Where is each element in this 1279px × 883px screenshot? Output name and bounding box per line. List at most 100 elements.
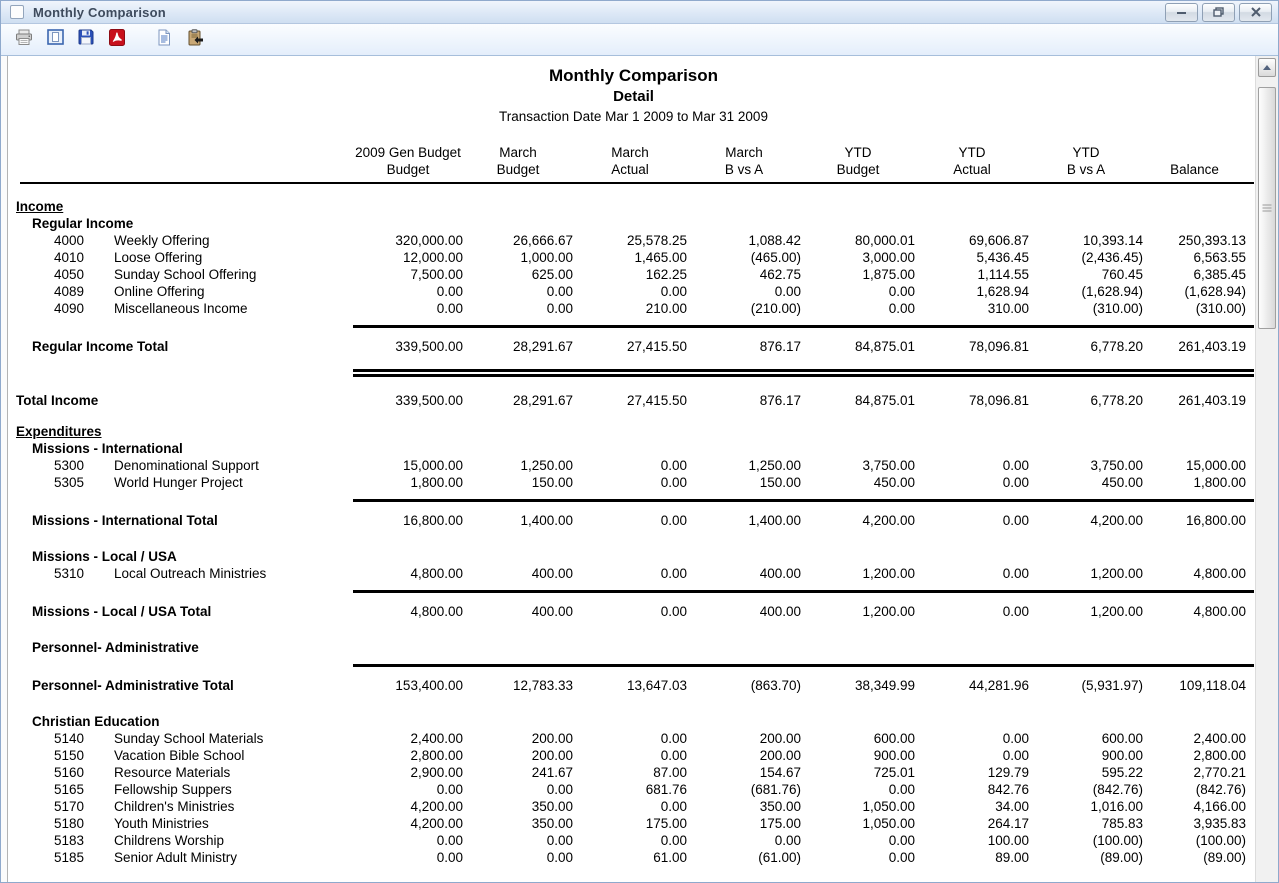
subsection-label: Missions - International bbox=[12, 441, 183, 456]
amount-cell: 61.00 bbox=[573, 849, 687, 866]
account-name: Local Outreach Ministries bbox=[114, 566, 266, 581]
amount-cell: 241.67 bbox=[463, 764, 573, 781]
account-code: 4010 bbox=[54, 249, 114, 266]
amount-cell bbox=[915, 639, 1029, 656]
amount-cell bbox=[573, 215, 687, 232]
amount-cell: 12,783.33 bbox=[463, 677, 573, 694]
amount-cell bbox=[687, 440, 801, 457]
title-bar: Monthly Comparison bbox=[1, 1, 1278, 24]
amount-cell: 261,403.19 bbox=[1143, 338, 1246, 355]
vertical-scrollbar[interactable] bbox=[1255, 56, 1278, 882]
amount-cell: 0.00 bbox=[915, 730, 1029, 747]
amount-cell: 1,800.00 bbox=[353, 474, 463, 491]
scroll-up-icon bbox=[1263, 65, 1271, 70]
account-name: Children's Ministries bbox=[114, 799, 234, 814]
account-name: Fellowship Suppers bbox=[114, 782, 232, 797]
window-icon bbox=[10, 5, 24, 19]
amount-cell: 0.00 bbox=[915, 474, 1029, 491]
column-header: Balance bbox=[1143, 144, 1246, 178]
amount-cell: 350.00 bbox=[463, 815, 573, 832]
account-name: Sunday School Offering bbox=[114, 267, 256, 282]
subsection-header-row: Personnel- Administrative bbox=[12, 639, 1255, 656]
account-row: 5170Children's Ministries4,200.00350.000… bbox=[12, 798, 1255, 815]
amount-cell: 0.00 bbox=[463, 781, 573, 798]
total-label: Regular Income Total bbox=[12, 339, 168, 354]
amount-cell: 1,200.00 bbox=[1029, 565, 1143, 582]
amount-cell bbox=[573, 423, 687, 440]
account-label: 4089Online Offering bbox=[12, 283, 353, 300]
amount-cell bbox=[353, 215, 463, 232]
amount-cell bbox=[687, 713, 801, 730]
label-column-spacer bbox=[12, 144, 353, 178]
amount-cell: 450.00 bbox=[801, 474, 915, 491]
amount-cell: 0.00 bbox=[573, 512, 687, 529]
amount-cell: 0.00 bbox=[573, 832, 687, 849]
amount-cell: 900.00 bbox=[1029, 747, 1143, 764]
account-row: 5310Local Outreach Ministries4,800.00400… bbox=[12, 565, 1255, 582]
export-pdf-button[interactable] bbox=[104, 27, 130, 52]
amount-cell: 27,415.50 bbox=[573, 392, 687, 409]
amount-cell: 250,393.13 bbox=[1143, 232, 1246, 249]
amount-cell: 900.00 bbox=[801, 747, 915, 764]
account-label: 5310Local Outreach Ministries bbox=[12, 565, 353, 582]
column-header: MarchActual bbox=[573, 144, 687, 178]
amount-cell: 0.00 bbox=[573, 798, 687, 815]
account-label: 5300Denominational Support bbox=[12, 457, 353, 474]
amount-cell: 0.00 bbox=[801, 283, 915, 300]
total-rule bbox=[353, 590, 1254, 593]
amount-cell: 1,000.00 bbox=[463, 249, 573, 266]
amount-cell bbox=[915, 423, 1029, 440]
total-label: Missions - Local / USA Total bbox=[12, 604, 211, 619]
amount-cell: 78,096.81 bbox=[915, 392, 1029, 409]
save-button[interactable] bbox=[73, 27, 99, 52]
account-label: 5305World Hunger Project bbox=[12, 474, 353, 491]
print-preview-button[interactable] bbox=[42, 27, 68, 52]
account-row: 5140Sunday School Materials2,400.00200.0… bbox=[12, 730, 1255, 747]
amount-cell: 261,403.19 bbox=[1143, 392, 1246, 409]
amount-cell bbox=[573, 440, 687, 457]
window-title: Monthly Comparison bbox=[33, 5, 1165, 20]
amount-cell: 16,800.00 bbox=[353, 512, 463, 529]
amount-cell: (842.76) bbox=[1029, 781, 1143, 798]
amount-cell: (2,436.45) bbox=[1029, 249, 1143, 266]
amount-cell: 27,415.50 bbox=[573, 338, 687, 355]
amount-cell: (310.00) bbox=[1029, 300, 1143, 317]
amount-cell: 0.00 bbox=[573, 603, 687, 620]
amount-cell bbox=[1029, 423, 1143, 440]
amount-cell: 1,114.55 bbox=[915, 266, 1029, 283]
paste-clipboard-button[interactable] bbox=[182, 27, 208, 52]
scroll-thumb[interactable] bbox=[1258, 87, 1276, 329]
amount-cell: 0.00 bbox=[801, 849, 915, 866]
amount-cell: 0.00 bbox=[573, 565, 687, 582]
amount-cell: 15,000.00 bbox=[1143, 457, 1246, 474]
total-row: Personnel- Administrative Total153,400.0… bbox=[12, 677, 1255, 694]
total-label: Total Income bbox=[12, 393, 98, 408]
close-button[interactable] bbox=[1239, 3, 1272, 22]
copy-document-button[interactable] bbox=[151, 27, 177, 52]
amount-cell: 4,200.00 bbox=[353, 798, 463, 815]
amount-cell: 154.67 bbox=[687, 764, 801, 781]
scroll-up-button[interactable] bbox=[1258, 58, 1276, 77]
amount-cell: 129.79 bbox=[915, 764, 1029, 781]
account-name: Vacation Bible School bbox=[114, 748, 244, 763]
amount-cell bbox=[573, 198, 687, 215]
amount-cell: 6,563.55 bbox=[1143, 249, 1246, 266]
minimize-button[interactable] bbox=[1165, 3, 1198, 22]
restore-button[interactable] bbox=[1202, 3, 1235, 22]
subsection-header-row: Christian Education bbox=[12, 713, 1255, 730]
print-icon bbox=[15, 29, 33, 51]
amount-cell: 400.00 bbox=[463, 603, 573, 620]
amount-cell: 320,000.00 bbox=[353, 232, 463, 249]
minimize-icon bbox=[1176, 8, 1187, 17]
amount-cell bbox=[1143, 713, 1246, 730]
print-button[interactable] bbox=[11, 27, 37, 52]
amount-cell: 0.00 bbox=[915, 512, 1029, 529]
account-name: Loose Offering bbox=[114, 250, 202, 265]
account-row: 4010Loose Offering12,000.001,000.001,465… bbox=[12, 249, 1255, 266]
amount-cell: 4,800.00 bbox=[1143, 565, 1246, 582]
amount-cell: 1,400.00 bbox=[463, 512, 573, 529]
account-row: 5160Resource Materials2,900.00241.6787.0… bbox=[12, 764, 1255, 781]
account-name: Denominational Support bbox=[114, 458, 259, 473]
amount-cell: 4,200.00 bbox=[353, 815, 463, 832]
amount-cell bbox=[353, 440, 463, 457]
